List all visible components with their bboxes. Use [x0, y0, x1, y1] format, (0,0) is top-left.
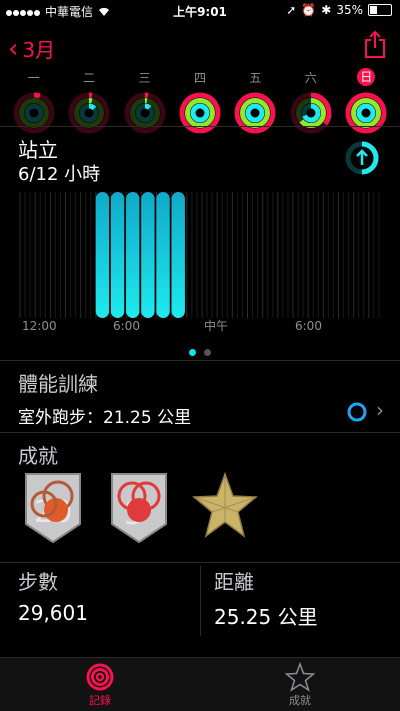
- achievements-row: 20 5: [20, 470, 258, 544]
- x-tick-label: 6:00: [113, 319, 140, 332]
- day-label[interactable]: 二: [69, 69, 109, 86]
- divider: [0, 126, 400, 127]
- divider: [0, 562, 400, 563]
- divider: [0, 360, 400, 361]
- divider: [0, 432, 400, 433]
- week-strip: 一 二 三 四 五 六 日: [0, 66, 400, 134]
- achievement-badge-2[interactable]: 5: [106, 470, 172, 544]
- bluetooth-icon: ✱: [321, 3, 332, 17]
- tab-history-label: 記錄: [89, 694, 111, 707]
- day-label[interactable]: 三: [125, 69, 165, 86]
- achievement-badge-1[interactable]: 20: [20, 470, 86, 544]
- share-button[interactable]: [364, 30, 386, 62]
- activity-rings-wed[interactable]: [124, 92, 166, 134]
- distance-value: 25.25 公里: [214, 605, 318, 629]
- x-tick-label: 6:00: [295, 319, 322, 332]
- activity-rings-fri[interactable]: [234, 92, 276, 134]
- activity-rings-mon[interactable]: [13, 92, 55, 134]
- page-dot-active: [189, 349, 196, 356]
- battery-percent: 35%: [336, 3, 363, 17]
- stand-title: 站立: [18, 138, 58, 162]
- tab-history[interactable]: 記錄: [60, 662, 140, 708]
- activity-rings-sat[interactable]: [290, 92, 332, 134]
- workouts-label: 體能訓練: [18, 372, 98, 396]
- stand-hour-chart: 12:00 6:00 中午 6:00: [19, 192, 380, 332]
- share-icon: [365, 30, 385, 58]
- activity-rings-tue[interactable]: [68, 92, 110, 134]
- tab-awards-label: 成就: [289, 694, 311, 707]
- workout-ring-icon[interactable]: [346, 401, 368, 423]
- achievement-star-badge[interactable]: [192, 470, 258, 544]
- page-indicator[interactable]: [0, 341, 400, 360]
- day-label[interactable]: 一: [14, 69, 54, 86]
- stand-bar: [171, 192, 185, 318]
- workout-item-label[interactable]: 室外跑步：21.25 公里: [18, 403, 191, 428]
- day-label[interactable]: 六: [291, 69, 331, 86]
- x-tick-label: 中午: [204, 318, 228, 332]
- day-label-today[interactable]: 日: [346, 68, 386, 86]
- stand-bar: [156, 192, 170, 318]
- star-icon: [285, 662, 315, 692]
- chevron-right-icon[interactable]: ›: [376, 398, 384, 422]
- distance-label: 距離: [214, 570, 254, 594]
- history-rings-icon: [86, 663, 114, 691]
- x-tick-label: 12:00: [22, 319, 57, 332]
- battery-icon: [368, 4, 392, 16]
- stats-section: 步數 29,601 距離 25.25 公里: [0, 566, 400, 656]
- activity-rings-sun[interactable]: [345, 92, 387, 134]
- steps-value: 29,601: [18, 601, 88, 625]
- tab-bar: 記錄 成就: [0, 657, 400, 711]
- stand-bar: [141, 192, 155, 318]
- achievements-label: 成就: [18, 444, 58, 468]
- back-label: 3月: [22, 38, 56, 62]
- steps-label: 步數: [18, 570, 58, 594]
- stand-value: 6/12 小時: [18, 164, 101, 185]
- stand-ring-icon: [345, 141, 379, 175]
- stand-bar: [126, 192, 140, 318]
- nav-bar: ‹ 3月: [0, 22, 400, 66]
- stand-bar: [95, 192, 110, 318]
- stand-section: 站立 6/12 小時: [0, 138, 400, 185]
- location-icon: ➚: [286, 3, 297, 17]
- chevron-left-icon: ‹: [8, 33, 19, 64]
- divider: [200, 566, 201, 636]
- status-bar: 中華電信 上午9:01 ➚ ⏰ ✱ 35%: [0, 0, 400, 22]
- activity-rings-thu[interactable]: [179, 92, 221, 134]
- stand-bar: [110, 192, 125, 318]
- back-button[interactable]: ‹ 3月: [8, 34, 55, 63]
- alarm-icon: ⏰: [301, 3, 317, 17]
- tab-awards[interactable]: 成就: [260, 662, 340, 708]
- day-label[interactable]: 五: [235, 69, 275, 86]
- day-label[interactable]: 四: [180, 69, 220, 86]
- page-dot: [204, 349, 211, 356]
